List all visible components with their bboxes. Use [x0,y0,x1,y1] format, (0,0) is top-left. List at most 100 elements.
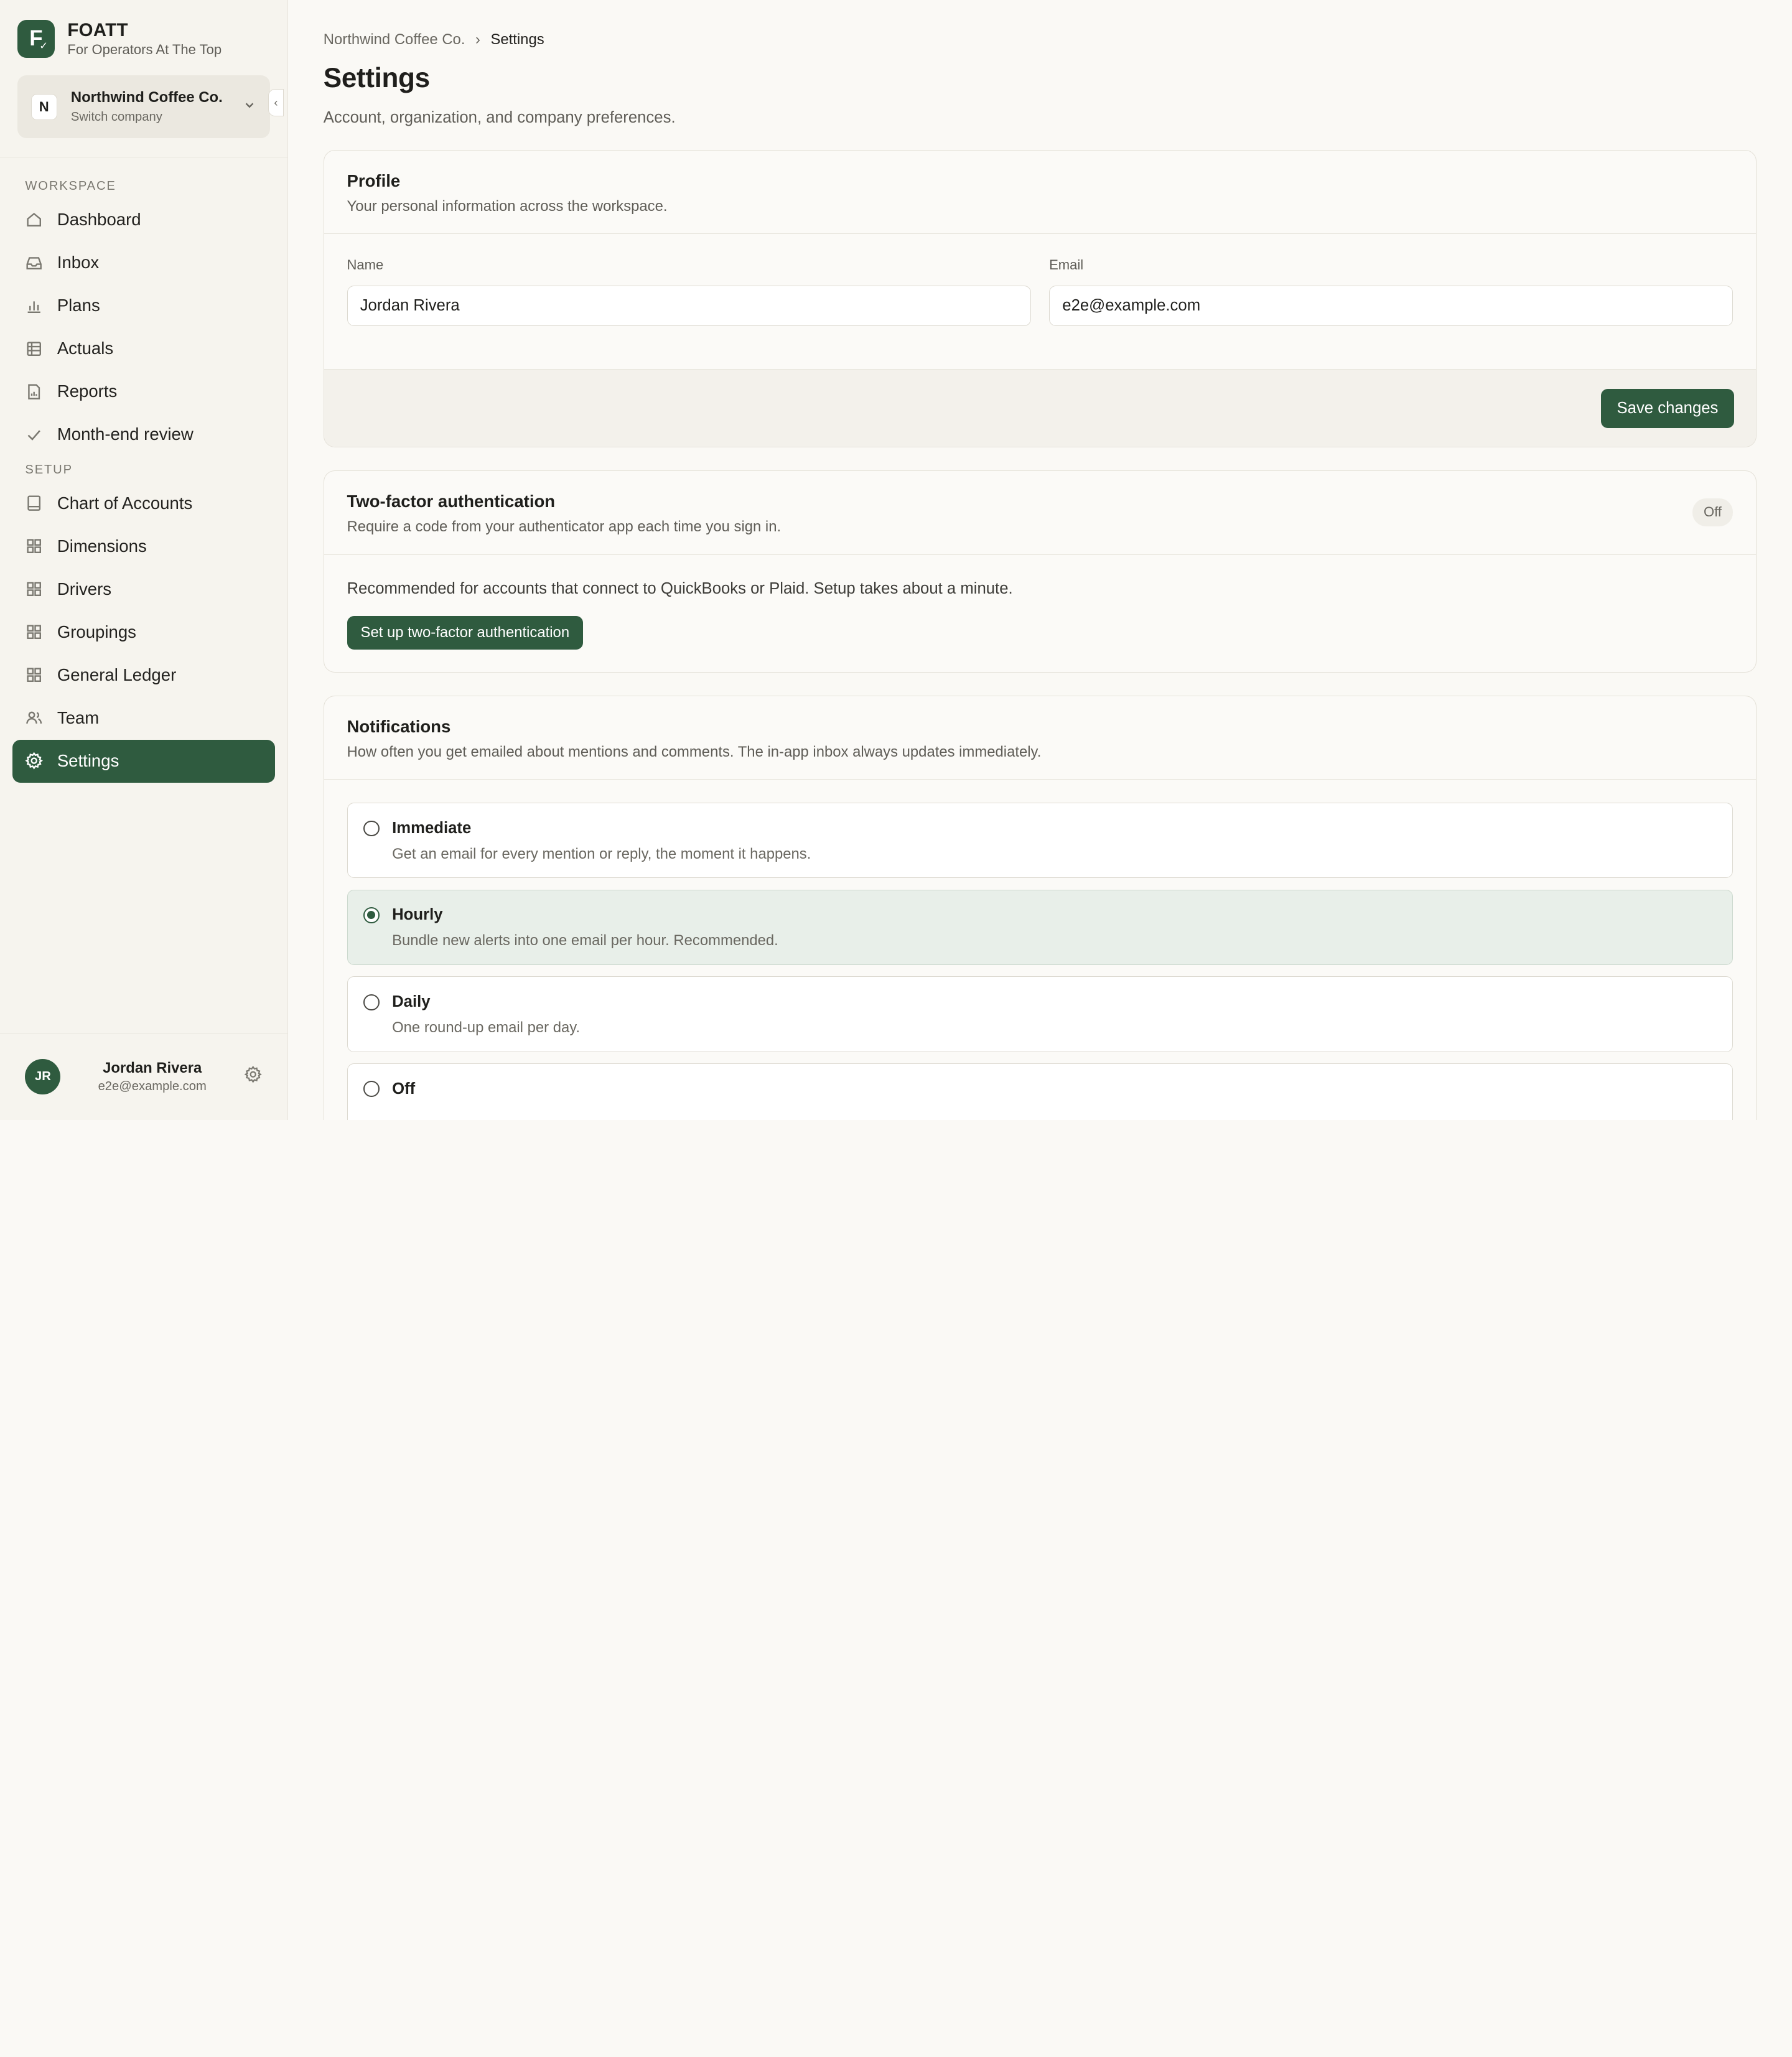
option-title: Off [392,1080,416,1098]
notification-option-daily[interactable]: Daily One round-up email per day. [347,976,1734,1052]
two-factor-description: Require a code from your authenticator a… [347,518,782,536]
option-title: Hourly [392,906,443,924]
profile-card: Profile Your personal information across… [323,150,1757,448]
notifications-description: How often you get emailed about mentions… [347,744,1042,761]
profile-title: Profile [347,171,401,191]
save-changes-button[interactable]: Save changes [1600,389,1735,428]
grid-icon [25,623,43,641]
radio-hourly[interactable] [363,907,380,923]
sidebar-item-label: Drivers [57,579,112,599]
book-icon [25,494,43,512]
option-description: Bundle new alerts into one email per hou… [392,932,778,949]
two-factor-recommendation: Recommended for accounts that connect to… [347,579,1013,597]
page-title: Settings [323,63,430,94]
name-label: Name [347,257,384,273]
sidebar-item-chart-of-accounts[interactable]: Chart of Accounts [0,482,275,525]
sidebar-item-label: Month-end review [57,424,194,444]
sidebar-item-month-end-review[interactable]: Month-end review [0,413,275,456]
sidebar-item-label: Dashboard [57,210,141,230]
check-icon [25,426,43,444]
collapse-sidebar-button[interactable]: ‹ [268,89,284,117]
grid-icon [25,537,43,555]
sidebar-item-label: Settings [57,751,119,771]
company-switch-label: Switch company [70,110,162,124]
name-field[interactable]: Jordan Rivera [347,286,1031,326]
sidebar-item-groupings[interactable]: Groupings [0,610,275,653]
brand-subtitle: For Operators At The Top [67,42,222,58]
user-footer: JR Jordan Rivera e2e@example.com [0,1033,287,1120]
option-description: One round-up email per day. [392,1019,581,1036]
grid-icon [25,666,43,684]
inbox-icon [25,254,43,272]
sidebar-item-label: Actuals [57,338,114,358]
gear-icon [25,752,44,770]
sidebar-item-label: Reports [57,381,118,401]
main-content: Northwind Coffee Co. › Settings Settings… [288,0,1792,1120]
radio-daily[interactable] [363,994,380,1010]
sidebar-item-dimensions[interactable]: Dimensions [0,525,275,567]
sidebar-item-actuals[interactable]: Actuals [0,327,275,370]
option-title: Daily [392,993,431,1010]
brand-title: FOATT [67,19,128,40]
app: F ✓ FOATT For Operators At The Top N Nor… [0,0,1792,1120]
sidebar-item-dashboard[interactable]: Dashboard [0,198,275,241]
two-factor-title: Two-factor authentication [347,492,556,511]
sidebar-item-label: Inbox [57,253,100,273]
sidebar-divider [0,156,287,158]
section-label-setup: SETUP [25,462,73,477]
sidebar: F ✓ FOATT For Operators At The Top N Nor… [0,0,288,1120]
breadcrumb-parent[interactable]: Northwind Coffee Co. [324,31,465,49]
notification-option-off[interactable]: Off [347,1063,1734,1120]
sidebar-item-label: Team [57,708,100,728]
sidebar-item-label: Dimensions [57,536,147,556]
notifications-card: Notifications How often you get emailed … [323,695,1757,1120]
email-field[interactable]: e2e@example.com [1049,286,1734,326]
avatar[interactable]: JR [25,1059,61,1095]
setup-two-factor-button[interactable]: Set up two-factor authentication [347,616,584,650]
sidebar-item-label: Plans [57,296,100,315]
status-badge: Off [1692,498,1734,526]
sidebar-item-label: Chart of Accounts [57,493,193,513]
chevron-down-icon [243,98,256,116]
report-icon [25,383,43,401]
sidebar-item-plans[interactable]: Plans [0,284,275,327]
brand: F ✓ FOATT For Operators At The Top [0,0,287,60]
radio-immediate[interactable] [363,820,380,837]
grid-icon [25,580,43,598]
sidebar-item-drivers[interactable]: Drivers [0,567,275,610]
breadcrumb: Northwind Coffee Co. › Settings [324,31,1757,49]
option-description: Get an email for every mention or reply,… [392,845,811,862]
company-name: Northwind Coffee Co. [70,89,223,106]
sidebar-item-label: General Ledger [57,665,177,684]
sidebar-item-reports[interactable]: Reports [0,370,275,413]
chevron-right-icon: › [475,30,480,48]
user-email: e2e@example.com [98,1080,207,1093]
notification-option-hourly[interactable]: Hourly Bundle new alerts into one email … [347,889,1734,965]
brand-logo: F ✓ [17,20,55,58]
users-icon [25,709,43,727]
page-subtitle: Account, organization, and company prefe… [323,109,676,127]
sidebar-item-general-ledger[interactable]: General Ledger [0,653,275,696]
profile-description: Your personal information across the wor… [347,198,668,215]
table-icon [25,340,43,358]
gear-icon[interactable] [244,1065,262,1088]
two-factor-card: Two-factor authentication Require a code… [323,470,1757,673]
logo-check-icon: ✓ [39,39,49,52]
sidebar-item-settings[interactable]: Settings [12,739,275,783]
user-name: Jordan Rivera [103,1060,202,1077]
sidebar-item-label: Groupings [57,622,136,641]
sidebar-item-inbox[interactable]: Inbox [0,241,275,284]
section-label-workspace: WORKSPACE [25,179,116,194]
sidebar-item-team[interactable]: Team [0,697,275,740]
breadcrumb-current: Settings [490,30,544,48]
notifications-title: Notifications [347,717,451,737]
radio-off[interactable] [363,1081,380,1098]
option-title: Immediate [392,819,472,837]
home-icon [25,210,43,228]
chevron-left-icon: ‹ [274,96,278,110]
company-badge: N [30,93,57,120]
notification-option-immediate[interactable]: Immediate Get an email for every mention… [347,803,1734,879]
email-label: Email [1049,257,1084,273]
bar-chart-icon [25,297,43,315]
company-switcher[interactable]: N Northwind Coffee Co. Switch company ‹ [17,75,284,139]
